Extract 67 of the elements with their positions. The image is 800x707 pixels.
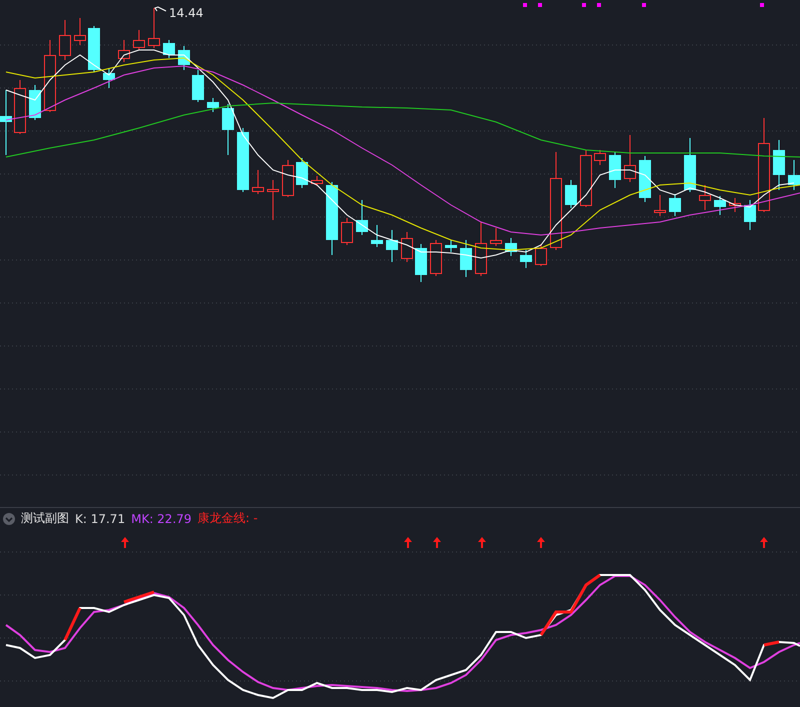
candlestick [118, 40, 130, 62]
candlestick [371, 224, 383, 248]
candlestick [445, 240, 457, 252]
candlestick [460, 240, 472, 278]
candlestick [624, 134, 636, 182]
signal-segment [540, 574, 601, 636]
candlestick [654, 194, 666, 216]
candlestick [207, 98, 219, 112]
candlestick [222, 104, 234, 156]
candlestick [565, 180, 577, 208]
candlestick [415, 244, 427, 282]
candlestick [267, 180, 279, 220]
candlestick [14, 80, 26, 134]
candlestick [252, 170, 264, 194]
candlestick [148, 8, 160, 48]
indicator-reading: MK: 22.79 [131, 512, 192, 526]
up-arrow-icon [433, 537, 441, 548]
candlestick [490, 228, 502, 246]
candlestick [669, 194, 681, 216]
signal-segment [124, 590, 154, 604]
up-arrow-icon [478, 537, 486, 548]
candlestick [282, 160, 294, 198]
candlestick [684, 138, 696, 192]
candlestick [74, 18, 86, 46]
up-arrow-icon [760, 537, 768, 548]
signal-segment [64, 607, 82, 641]
up-arrow-icon [404, 537, 412, 548]
candlestick [609, 152, 621, 188]
candlestick [341, 218, 353, 246]
chevron-down-icon[interactable] [3, 512, 15, 524]
candlestick [773, 140, 785, 190]
candlestick [237, 128, 249, 192]
candlestick [0, 90, 12, 156]
candlestick [178, 46, 190, 70]
candlestick [714, 196, 726, 216]
candlestick [639, 156, 651, 202]
candlestick [29, 84, 41, 120]
high-price-label: 14.44 [169, 6, 204, 20]
candlestick [729, 198, 741, 212]
candlestick [59, 20, 71, 60]
candlestick [311, 176, 323, 186]
candlestick [163, 40, 175, 58]
candlestick [356, 200, 368, 236]
candlestick [699, 184, 711, 210]
candlestick [520, 250, 532, 268]
candlestick [744, 200, 756, 230]
candlestick [192, 70, 204, 102]
candlestick [475, 222, 487, 276]
up-arrow-icon [121, 537, 129, 548]
candlestick [133, 30, 145, 50]
candlestick [788, 160, 800, 190]
indicator-reading: K: 17.71 [75, 512, 126, 526]
candlestick [386, 230, 398, 262]
indicator-title: 测试副图 [21, 510, 69, 527]
up-arrow-icon [537, 537, 545, 548]
candlestick [535, 244, 547, 266]
signal-segment [764, 640, 780, 646]
indicator-reading: 康龙金线: - [198, 510, 258, 527]
candlestick [88, 26, 100, 72]
candlestick [505, 238, 517, 256]
candlestick [401, 232, 413, 262]
candlestick [580, 150, 592, 208]
candlestick [594, 150, 606, 166]
candlestick [103, 68, 115, 88]
high-marker-icon [154, 6, 166, 12]
candlestick [296, 158, 308, 188]
candlestick [430, 240, 442, 276]
